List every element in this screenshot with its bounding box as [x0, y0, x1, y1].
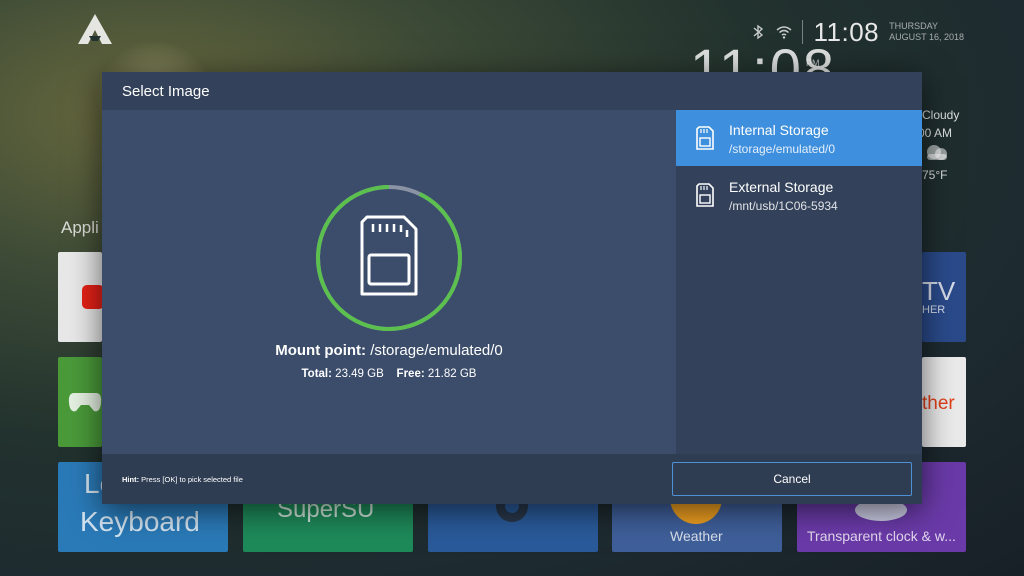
hint-label: Hint:	[122, 475, 140, 484]
cancel-button[interactable]: Cancel	[672, 462, 912, 496]
free-label: Free:	[396, 368, 425, 380]
ring-free-arc	[316, 185, 462, 331]
dialog-header: Select Image	[102, 72, 922, 110]
status-date-text: AUGUST 16, 2018	[889, 32, 964, 42]
gamepad-icon	[68, 393, 102, 412]
storage-usage-ring	[316, 185, 462, 331]
keyboard-tile-label: Keyboard	[80, 506, 200, 537]
weather-temperature: 75°F	[922, 168, 948, 182]
apps-section-label: Appli	[61, 218, 99, 237]
background-clock-ampm: PM	[806, 58, 820, 68]
total-value: 23.49 GB	[335, 368, 384, 380]
weather-app-tile-label: ther	[922, 393, 955, 414]
mount-point-label: Mount point:	[275, 342, 367, 359]
weather-tile-label: Weather	[670, 528, 723, 544]
bluetooth-icon	[754, 24, 764, 40]
storage-list: Internal Storage /storage/emulated/0 Ext…	[676, 110, 922, 454]
games-tile[interactable]	[58, 357, 102, 447]
storage-item-path: /storage/emulated/0	[729, 142, 836, 156]
background-weather: Cloudy 00 AM 75°F	[918, 108, 960, 182]
hint-text: Hint: Press [OK] to pick selected file	[122, 475, 243, 484]
status-bar: 11:08 THURSDAY AUGUST 16, 2018	[750, 14, 964, 50]
tv-tile[interactable]: TV HER	[922, 252, 966, 342]
storage-item-title: External Storage	[729, 179, 834, 195]
dialog-title: Select Image	[122, 83, 210, 100]
cloud-icon	[927, 145, 947, 160]
youtube-tile[interactable]	[58, 252, 102, 342]
hint-message: Press [OK] to pick selected file	[141, 475, 243, 484]
mount-point-value: /storage/emulated/0	[370, 342, 503, 359]
storage-size: Total: 23.49 GB Free: 21.82 GB	[102, 368, 676, 380]
weather-app-tile[interactable]: ther	[922, 357, 966, 447]
sd-card-icon	[696, 183, 714, 207]
storage-item-internal[interactable]: Internal Storage /storage/emulated/0	[676, 110, 922, 166]
storage-item-title: Internal Storage	[729, 122, 829, 138]
launcher-logo	[78, 14, 112, 44]
sd-card-icon	[696, 126, 714, 150]
storage-item-path: /mnt/usb/1C06-5934	[729, 199, 838, 213]
storage-item-external[interactable]: External Storage /mnt/usb/1C06-5934	[676, 167, 922, 223]
select-image-dialog: Select Image Mount point: /storage/emula…	[102, 72, 922, 504]
status-date: THURSDAY AUGUST 16, 2018	[889, 21, 964, 43]
status-divider	[802, 20, 804, 44]
status-clock: 11:08	[813, 16, 880, 47]
weather-time: 00 AM	[918, 126, 953, 140]
status-day: THURSDAY	[889, 21, 938, 31]
tv-tile-sub: HER	[922, 304, 946, 316]
transparent-clock-tile-label: Transparent clock & w...	[807, 528, 956, 544]
free-value: 21.82 GB	[427, 368, 477, 380]
sd-card-icon	[360, 215, 418, 296]
tv-tile-label: TV	[922, 276, 956, 306]
dialog-footer: Hint: Press [OK] to pick selected file C…	[102, 454, 922, 504]
storage-preview: Mount point: /storage/emulated/0 Total: …	[102, 110, 676, 454]
wifi-icon	[776, 26, 792, 39]
weather-condition: Cloudy	[922, 108, 960, 122]
youtube-icon	[82, 285, 102, 309]
total-label: Total:	[301, 368, 332, 380]
mount-point: Mount point: /storage/emulated/0	[102, 342, 676, 359]
